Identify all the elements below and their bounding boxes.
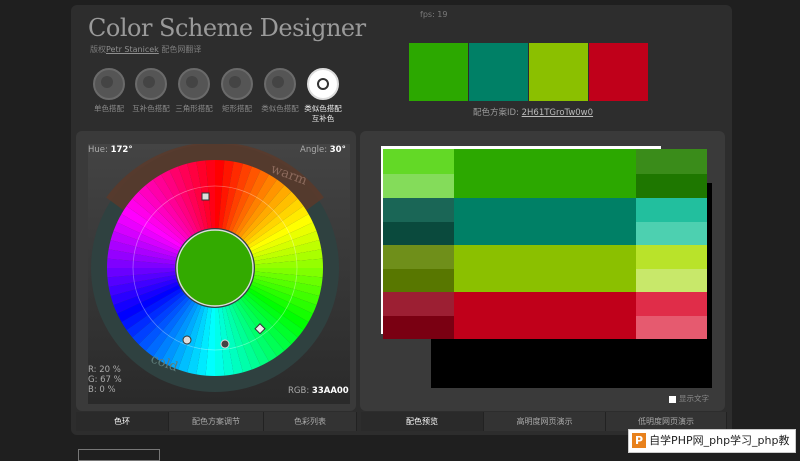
preview-swatch[interactable] xyxy=(383,149,454,174)
tab-adjust[interactable]: 配色方案调节 xyxy=(169,412,264,431)
credit-line: 版权Petr Stanicek 配色网翻译 xyxy=(90,45,202,54)
scheme-swatches xyxy=(409,43,649,101)
analogic-icon xyxy=(264,68,296,100)
hue-readout: Hue: 172° xyxy=(88,145,133,155)
tab-light-page[interactable]: 高明度网页演示 xyxy=(484,412,606,431)
preview-swatch[interactable] xyxy=(383,174,454,198)
preview-swatch[interactable] xyxy=(636,174,707,198)
swatch[interactable] xyxy=(469,43,528,101)
preview-swatch[interactable] xyxy=(636,245,707,269)
author-link[interactable]: Petr Stanicek xyxy=(106,45,159,54)
triad-icon xyxy=(178,68,210,100)
preview-swatch[interactable] xyxy=(636,198,707,222)
preview-swatch[interactable] xyxy=(454,292,636,339)
preview-swatch[interactable] xyxy=(383,269,454,292)
mono-icon xyxy=(93,68,125,100)
mode-mono[interactable]: 单色搭配 xyxy=(88,68,130,114)
angle-readout: Angle: 30° xyxy=(300,145,346,155)
preview-swatch[interactable] xyxy=(636,316,707,339)
mode-accented-analogic[interactable]: 类似色搭配互补色 xyxy=(302,68,344,124)
tetrad-icon xyxy=(221,68,253,100)
hue-handle[interactable] xyxy=(201,192,210,201)
base-color-dot xyxy=(176,229,254,307)
color-preview-grid xyxy=(383,149,707,384)
preview-swatch[interactable] xyxy=(383,292,454,316)
swatch[interactable] xyxy=(589,43,648,101)
app-title: Color Scheme Designer xyxy=(88,14,366,42)
swatch[interactable] xyxy=(529,43,588,101)
tab-colorlist[interactable]: 色彩列表 xyxy=(264,412,357,431)
checkbox-icon xyxy=(669,395,676,403)
preview-swatch[interactable] xyxy=(636,222,707,245)
preview-swatch[interactable] xyxy=(454,198,636,245)
scheme-mode-selector: 单色搭配 互补色搭配 三角形搭配 矩形搭配 类似色搭配 类似色搭配互补色 xyxy=(88,68,348,128)
fps-counter: fps: 19 xyxy=(420,10,448,19)
scheme-id: 配色方案ID: 2H61TGroTw0w0 xyxy=(473,108,594,118)
preview-swatch[interactable] xyxy=(636,149,707,174)
swatch[interactable] xyxy=(409,43,468,101)
preview-swatch[interactable] xyxy=(454,245,636,292)
complement-icon xyxy=(135,68,167,100)
preview-swatch[interactable] xyxy=(383,245,454,269)
tab-wheel[interactable]: 色环 xyxy=(76,412,169,431)
preview-swatch[interactable] xyxy=(383,316,454,339)
preview-swatch[interactable] xyxy=(636,292,707,316)
preview-swatch[interactable] xyxy=(454,149,636,198)
left-tabs: 色环 配色方案调节 色彩列表 xyxy=(76,412,357,431)
color-wheel[interactable]: warm cold xyxy=(88,142,350,404)
mode-tetrad[interactable]: 矩形搭配 xyxy=(216,68,258,114)
mode-triad[interactable]: 三角形搭配 xyxy=(173,68,215,114)
rgb-hex: RGB: 33AA00 xyxy=(288,386,349,396)
watermark-banner: P 自学PHP网_php学习_php教 xyxy=(628,429,796,453)
bottom-box xyxy=(78,449,160,461)
preview-swatch[interactable] xyxy=(383,222,454,245)
hue-handle[interactable] xyxy=(220,339,230,349)
preview-swatch[interactable] xyxy=(383,198,454,222)
mode-complement[interactable]: 互补色搭配 xyxy=(130,68,172,114)
accented-analogic-icon xyxy=(307,68,339,100)
scheme-id-link[interactable]: 2H61TGroTw0w0 xyxy=(522,108,593,118)
color-wheel-area: warm cold xyxy=(88,142,350,404)
show-text-toggle[interactable]: 显示文字 xyxy=(669,393,709,404)
hue-handle[interactable] xyxy=(182,335,192,345)
preview-swatch[interactable] xyxy=(636,269,707,292)
mode-analogic[interactable]: 类似色搭配 xyxy=(259,68,301,114)
tab-preview[interactable]: 配色预览 xyxy=(361,412,484,431)
rgb-percent: R: 20 % G: 67 % B: 0 % xyxy=(88,365,122,395)
